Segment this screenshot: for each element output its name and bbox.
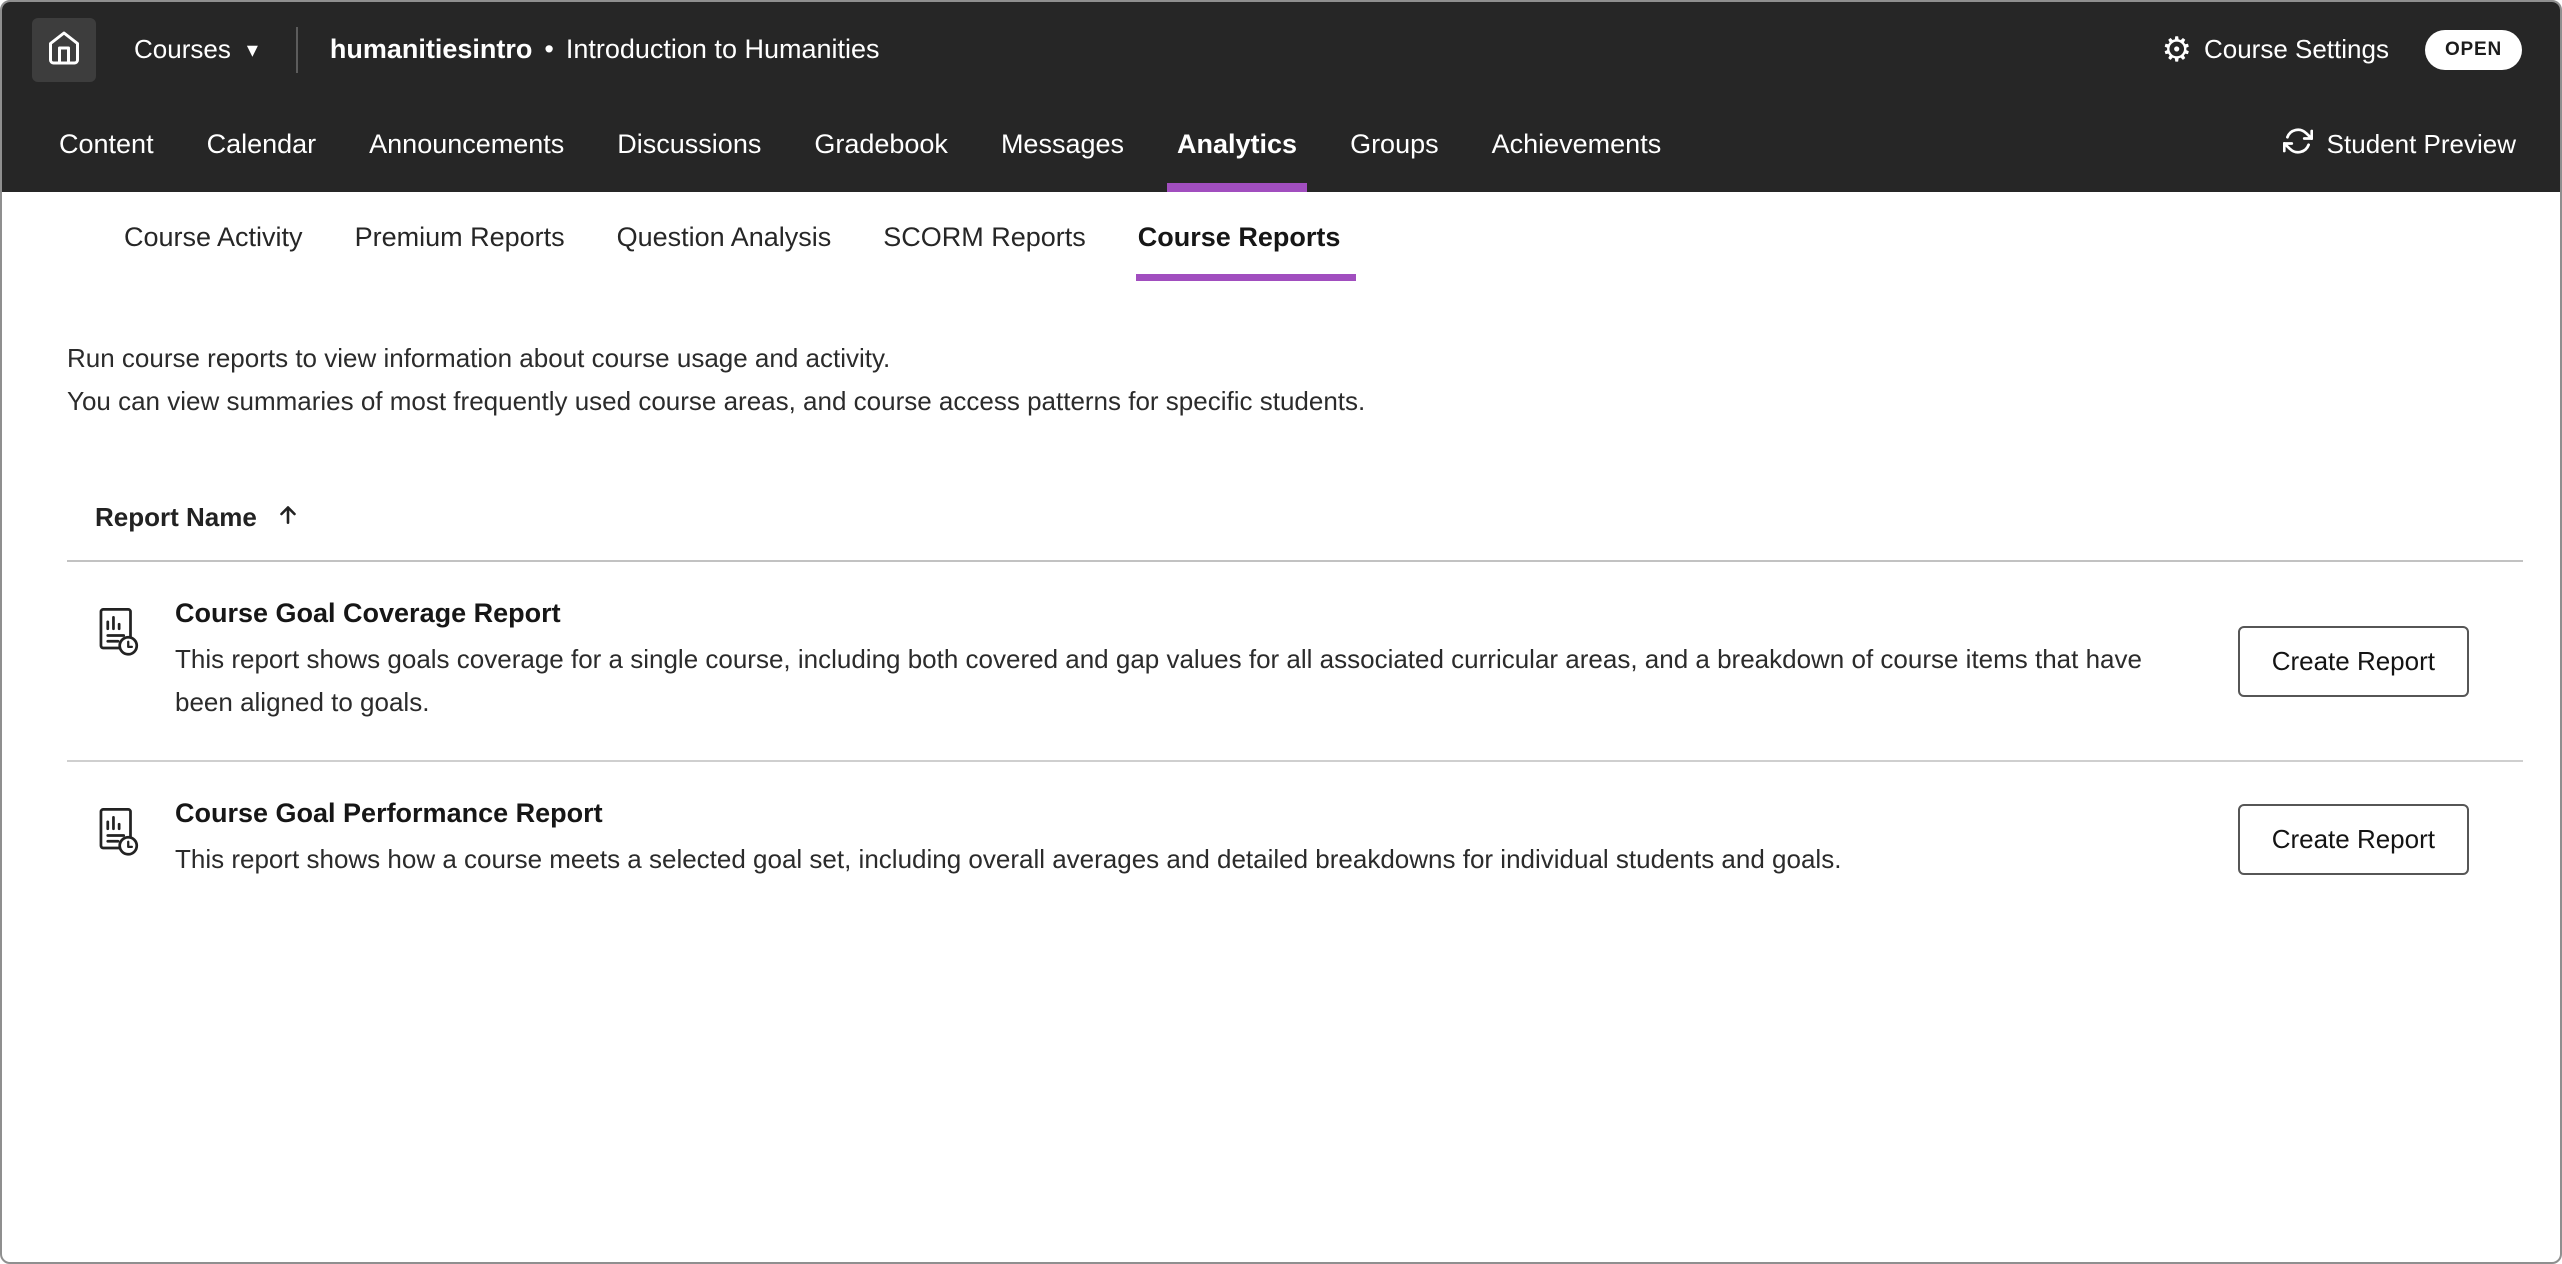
tab-achievements[interactable]: Achievements <box>1492 97 1662 192</box>
chevron-down-icon: ▾ <box>247 39 258 61</box>
subtab-scorm-reports[interactable]: SCORM Reports <box>883 192 1086 281</box>
intro-line-1: Run course reports to view information a… <box>67 337 2523 380</box>
report-document-icon <box>95 606 141 661</box>
report-row: Course Goal Coverage Report This report … <box>67 562 2523 760</box>
course-title: humanitiesintro • Introduction to Humani… <box>330 34 880 65</box>
tab-groups[interactable]: Groups <box>1350 97 1439 192</box>
home-button[interactable] <box>32 18 96 82</box>
gear-icon: ⚙ <box>2161 33 2191 67</box>
report-description: This report shows how a course meets a s… <box>175 838 2175 881</box>
analytics-subtabs: Course Activity Premium Reports Question… <box>2 192 2560 281</box>
intro-text: Run course reports to view information a… <box>67 337 2523 423</box>
course-settings-label: Course Settings <box>2204 34 2389 65</box>
subtab-course-activity[interactable]: Course Activity <box>124 192 303 281</box>
tab-discussions[interactable]: Discussions <box>617 97 761 192</box>
home-icon <box>46 30 82 69</box>
top-bar-right: ⚙ Course Settings OPEN <box>2155 30 2522 70</box>
report-title: Course Goal Performance Report <box>175 798 2175 829</box>
open-status-badge[interactable]: OPEN <box>2425 30 2522 70</box>
course-title-separator: • <box>544 34 553 65</box>
tab-analytics[interactable]: Analytics <box>1177 97 1297 192</box>
tab-content[interactable]: Content <box>59 97 154 192</box>
report-info: Course Goal Performance Report This repo… <box>175 798 2235 881</box>
courses-menu-label: Courses <box>134 34 231 65</box>
intro-line-2: You can view summaries of most frequentl… <box>67 380 2523 423</box>
report-name-header-label: Report Name <box>95 502 257 533</box>
courses-menu-button[interactable]: Courses ▾ <box>128 33 264 66</box>
student-preview-label: Student Preview <box>2327 129 2516 160</box>
report-name-column-header[interactable]: Report Name <box>67 501 2523 534</box>
vertical-divider <box>296 27 298 73</box>
create-report-button[interactable]: Create Report <box>2238 626 2469 697</box>
report-description: This report shows goals coverage for a s… <box>175 638 2175 724</box>
report-document-icon <box>95 806 141 861</box>
report-info: Course Goal Coverage Report This report … <box>175 598 2235 724</box>
course-id: humanitiesintro <box>330 34 533 65</box>
course-name: Introduction to Humanities <box>566 34 880 65</box>
top-bar-left: Courses ▾ humanitiesintro • Introduction… <box>32 2 880 97</box>
tab-calendar[interactable]: Calendar <box>207 97 317 192</box>
course-nav-tabs: Content Calendar Announcements Discussio… <box>59 97 1714 192</box>
course-reports-panel: Run course reports to view information a… <box>2 281 2560 1262</box>
subtab-premium-reports[interactable]: Premium Reports <box>355 192 565 281</box>
tab-announcements[interactable]: Announcements <box>369 97 564 192</box>
course-settings-button[interactable]: ⚙ Course Settings <box>2155 32 2394 68</box>
report-title: Course Goal Coverage Report <box>175 598 2175 629</box>
course-nav-bar: Content Calendar Announcements Discussio… <box>2 97 2560 192</box>
subtab-course-reports[interactable]: Course Reports <box>1138 192 1341 281</box>
refresh-icon <box>2283 126 2313 163</box>
sort-ascending-icon <box>275 501 301 534</box>
top-bar: Courses ▾ humanitiesintro • Introduction… <box>2 2 2560 97</box>
student-preview-button[interactable]: Student Preview <box>2277 125 2522 164</box>
create-report-button[interactable]: Create Report <box>2238 804 2469 875</box>
course-page: Courses ▾ humanitiesintro • Introduction… <box>0 0 2562 1264</box>
tab-messages[interactable]: Messages <box>1001 97 1124 192</box>
subtab-question-analysis[interactable]: Question Analysis <box>617 192 832 281</box>
tab-gradebook[interactable]: Gradebook <box>814 97 948 192</box>
report-row: Course Goal Performance Report This repo… <box>67 762 2523 917</box>
